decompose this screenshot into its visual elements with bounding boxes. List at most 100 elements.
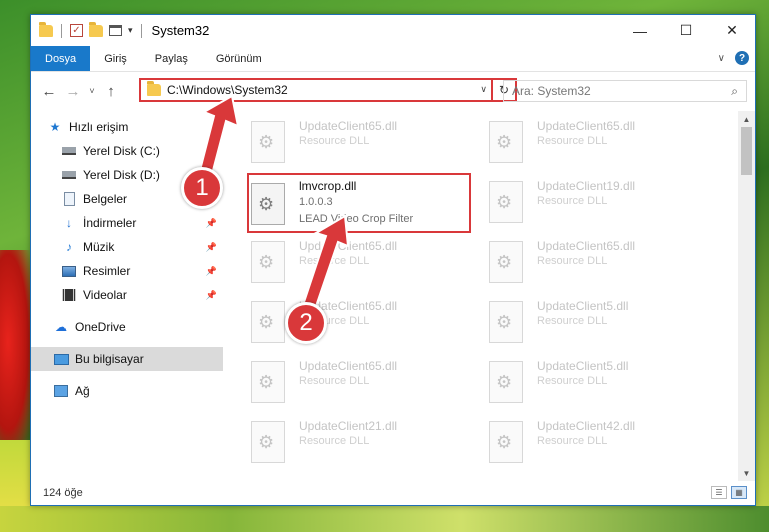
window-title: System32 <box>151 23 210 38</box>
pin-icon[interactable]: 📌 <box>206 242 217 253</box>
file-tile[interactable]: UpdateClient65.dll Resource DLL <box>465 113 691 171</box>
details-view-icon[interactable]: ☰ <box>711 486 727 499</box>
close-button[interactable]: ✕ <box>709 15 755 46</box>
sidebar-item-label: Hızlı erişim <box>69 120 129 134</box>
search-placeholder: Ara: System32 <box>512 84 591 98</box>
dll-file-icon <box>251 361 285 403</box>
file-name: UpdateClient5.dll <box>537 299 629 313</box>
pin-icon[interactable]: 📌 <box>206 290 217 301</box>
tab-home[interactable]: Giriş <box>90 46 141 71</box>
chevron-down-icon[interactable]: ▾ <box>128 25 133 36</box>
file-tile[interactable]: UpdateClient65.dll Resource DLL <box>227 353 453 411</box>
tab-view[interactable]: Görünüm <box>202 46 276 71</box>
file-description: Resource DLL <box>537 255 608 267</box>
tiles-view-icon[interactable]: ▦ <box>731 486 747 499</box>
sidebar-item-label: Yerel Disk (C:) <box>83 144 160 158</box>
maximize-button[interactable]: ☐ <box>663 15 709 46</box>
divider <box>140 23 142 38</box>
forward-button[interactable]: → <box>61 83 85 100</box>
background-strip <box>0 506 769 532</box>
dll-file-icon <box>489 181 523 223</box>
file-name: UpdateClient42.dll <box>537 419 636 433</box>
address-path: C:\Windows\System32 <box>167 83 288 97</box>
sidebar-item-quick-access[interactable]: ★ Hızlı erişim <box>31 115 223 139</box>
navigation-pane: ★ Hızlı erişim Yerel Disk (C:) Yerel Dis… <box>31 111 223 481</box>
file-name: UpdateClient5.dll <box>537 359 629 373</box>
file-tile[interactable]: UpdateClient42.dll Resource DLL <box>465 413 691 471</box>
recent-locations-button[interactable]: ˅ <box>85 86 99 96</box>
sidebar-item-pictures[interactable]: Resimler 📌 <box>31 259 223 283</box>
file-description: Resource DLL <box>299 255 370 267</box>
pin-icon[interactable]: 📌 <box>206 266 217 277</box>
sidebar-item-label: İndirmeler <box>83 216 137 230</box>
file-name: UpdateClient65.dll <box>537 239 636 253</box>
dll-file-icon <box>251 241 285 283</box>
item-count: 124 öğe <box>43 487 83 499</box>
ribbon-right: ∨ ? <box>718 51 749 65</box>
scroll-thumb[interactable] <box>741 127 752 175</box>
sidebar-item-network[interactable]: Ağ <box>31 379 223 403</box>
callout-badge-one: 1 <box>181 167 223 209</box>
file-description: Resource DLL <box>537 315 608 327</box>
folder-icon <box>147 81 161 96</box>
sidebar-item-label: Belgeler <box>83 192 128 206</box>
tab-share[interactable]: Paylaş <box>141 46 202 71</box>
file-description: Resource DLL <box>299 135 370 147</box>
minimize-button[interactable]: — <box>617 15 663 46</box>
back-button[interactable]: ← <box>37 83 61 100</box>
file-name: UpdateClient65.dll <box>299 359 398 373</box>
scroll-down-button[interactable]: ▼ <box>738 465 755 481</box>
video-icon <box>61 288 77 302</box>
search-input[interactable]: Ara: System32 ⌕ <box>503 80 747 102</box>
chevron-down-icon[interactable]: ∨ <box>480 84 487 95</box>
sidebar-item-onedrive[interactable]: ☁ OneDrive <box>31 315 223 339</box>
ribbon-tabs: Dosya Giriş Paylaş Görünüm ∨ ? <box>31 46 755 72</box>
new-folder-icon[interactable] <box>89 21 103 37</box>
up-button[interactable]: ↑ <box>99 83 123 100</box>
customize-icon[interactable] <box>109 25 122 36</box>
file-tile[interactable]: UpdateClient65.dll Resource DLL <box>465 233 691 291</box>
file-description: Resource DLL <box>299 435 370 447</box>
file-tile[interactable]: UpdateClient19.dll Resource DLL <box>465 173 691 231</box>
sidebar-item-label: Müzik <box>83 240 115 254</box>
sidebar-item-label: OneDrive <box>75 320 126 334</box>
file-description: Resource DLL <box>537 135 608 147</box>
dll-file-icon <box>489 121 523 163</box>
vertical-scrollbar[interactable]: ▲ ▼ <box>738 111 755 481</box>
main-content: ★ Hızlı erişim Yerel Disk (C:) Yerel Dis… <box>31 111 755 481</box>
sidebar-item-downloads[interactable]: ↓ İndirmeler 📌 <box>31 211 223 235</box>
sidebar-item-label: Bu bilgisayar <box>75 352 144 366</box>
dll-file-icon <box>251 301 285 343</box>
sidebar-item-this-pc[interactable]: Bu bilgisayar <box>31 347 223 371</box>
divider <box>61 23 62 38</box>
scroll-up-button[interactable]: ▲ <box>738 111 755 127</box>
disk-icon <box>61 144 77 158</box>
file-tile[interactable]: UpdateClient5.dll Resource DLL <box>465 293 691 351</box>
file-list: UpdateClient65.dll Resource DLL lmvcrop.… <box>227 111 739 481</box>
file-name: UpdateClient65.dll <box>537 119 636 133</box>
tab-file[interactable]: Dosya <box>31 46 91 71</box>
expand-ribbon-icon[interactable]: ∨ <box>718 53 725 64</box>
file-tile[interactable]: UpdateClient21.dll Resource DLL <box>227 413 453 471</box>
sidebar-item-label: Videolar <box>83 288 127 302</box>
view-buttons: ☰ ▦ <box>711 486 747 499</box>
properties-check-icon[interactable]: ✓ <box>70 24 83 37</box>
sidebar-item-videos[interactable]: Videolar 📌 <box>31 283 223 307</box>
window-controls: — ☐ ✕ <box>617 15 755 46</box>
address-bar[interactable]: C:\Windows\System32 ∨ <box>139 78 493 102</box>
title-bar: ✓ ▾ System32 — ☐ ✕ <box>31 15 755 46</box>
file-tile[interactable]: UpdateClient5.dll Resource DLL <box>465 353 691 411</box>
sidebar-item-disk-c[interactable]: Yerel Disk (C:) <box>31 139 223 163</box>
sidebar-item-music[interactable]: ♪ Müzik 📌 <box>31 235 223 259</box>
file-tile[interactable]: UpdateClient65.dll Resource DLL <box>227 233 453 291</box>
file-tile[interactable]: UpdateClient65.dll Resource DLL <box>227 293 453 351</box>
help-icon[interactable]: ? <box>735 51 749 65</box>
navigation-row: ← → ˅ ↑ C:\Windows\System32 ∨ ↻ Ara: Sys… <box>31 72 755 110</box>
file-name: UpdateClient19.dll <box>537 179 636 193</box>
callout-badge-two: 2 <box>285 302 327 344</box>
dll-file-icon <box>489 301 523 343</box>
file-name: UpdateClient65.dll <box>299 239 398 253</box>
file-tile[interactable]: UpdateClient65.dll Resource DLL <box>227 113 453 171</box>
pin-icon[interactable]: 📌 <box>206 218 217 229</box>
status-bar: 124 öğe ☰ ▦ <box>31 481 755 505</box>
